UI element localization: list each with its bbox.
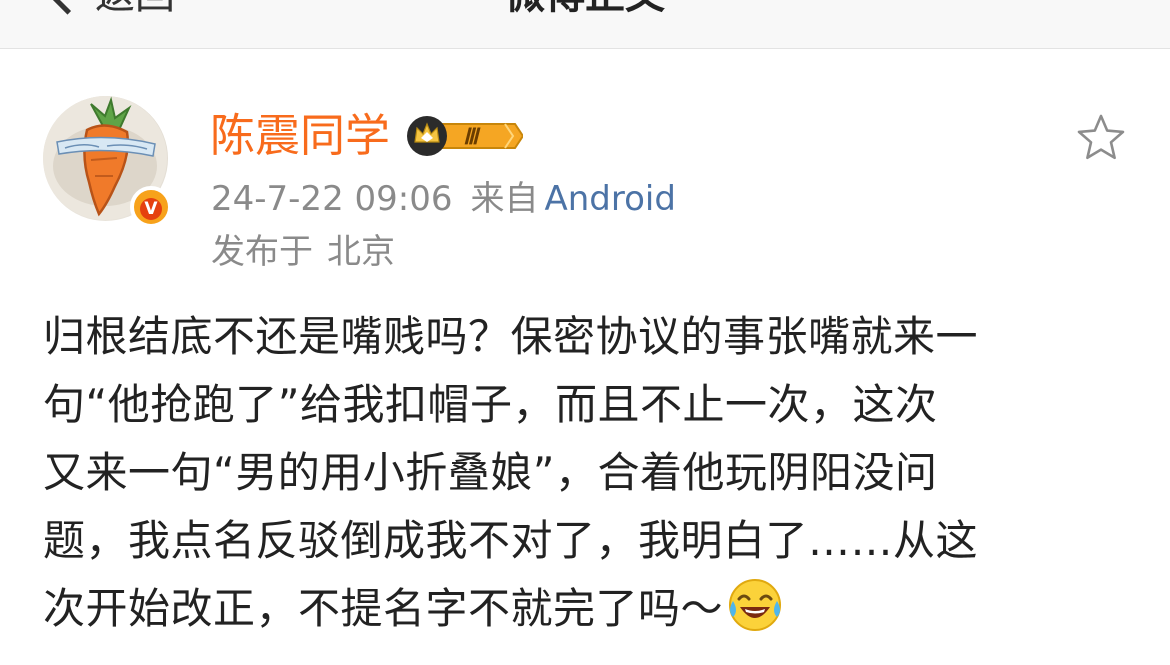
star-outline-icon[interactable]	[1075, 112, 1127, 164]
verified-v-icon: V	[130, 186, 172, 228]
location-prefix: 发布于	[211, 232, 313, 272]
page-title: 微博正文	[0, 0, 1170, 18]
post-body-line: 归根结底不还是嘴贱吗？保密协议的事张嘴就来一	[43, 312, 979, 361]
post-body-line: 次开始改正，不提名字不就完了吗～	[43, 584, 724, 633]
post-meta: 24-7-22 09:06 来自 Android	[211, 176, 676, 222]
post-timestamp: 24-7-22 09:06	[211, 179, 453, 219]
post-body-line: 句“他抢跑了”给我扣帽子，而且不止一次，这次	[43, 380, 938, 429]
post-body-line: 又来一句“男的用小折叠娘”，合着他玩阴阳没问	[43, 448, 938, 497]
source-prefix: 来自	[470, 179, 539, 219]
post-body: 归根结底不还是嘴贱吗？保密协议的事张嘴就来一 句“他抢跑了”给我扣帽子，而且不止…	[43, 303, 1128, 643]
laughing-tears-icon	[729, 579, 782, 631]
top-nav-bar: 返回 微博正文	[0, 0, 1170, 49]
source-link[interactable]: Android	[545, 179, 676, 219]
location-city: 北京	[327, 232, 395, 272]
crown-level-badge-icon[interactable]: Ⅲ	[405, 114, 523, 158]
author-name[interactable]: 陈震同学	[210, 108, 390, 164]
post-body-line: 题，我点名反驳倒成我不对了，我明白了……从这	[43, 516, 979, 565]
post-body-last-line: 次开始改正，不提名字不就完了吗～	[43, 575, 1128, 643]
post-location: 发布于 北京	[211, 229, 395, 275]
